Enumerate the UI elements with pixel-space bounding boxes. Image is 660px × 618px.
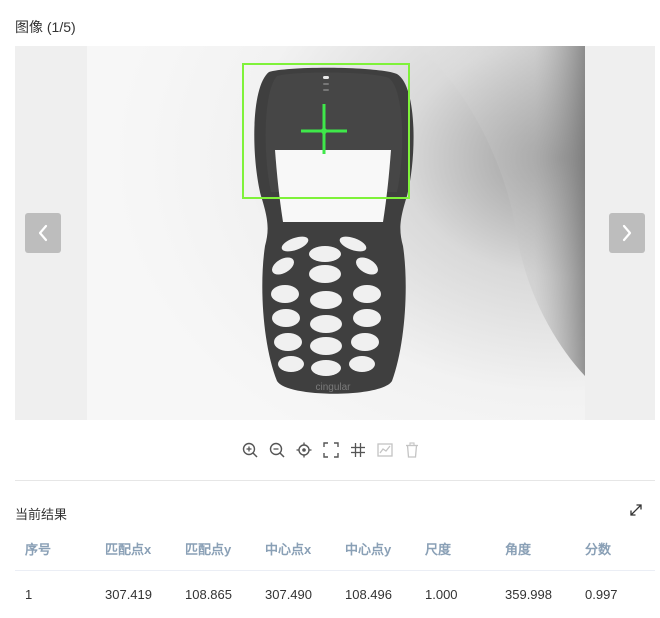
locate-icon bbox=[296, 442, 312, 458]
inspection-image[interactable]: cingular bbox=[87, 46, 585, 420]
cell-center-y: 108.496 bbox=[345, 586, 392, 602]
chevron-left-icon bbox=[38, 224, 48, 242]
phone-image-svg: cingular bbox=[87, 46, 585, 420]
expand-icon bbox=[630, 504, 642, 516]
cell-match-x: 307.419 bbox=[105, 586, 152, 602]
expand-results-button[interactable] bbox=[628, 502, 644, 518]
results-title: 当前结果 bbox=[15, 507, 68, 522]
image-chart-icon bbox=[377, 443, 393, 457]
cell-index: 1 bbox=[25, 586, 33, 602]
column-header-match-y[interactable]: 匹配点y bbox=[175, 528, 255, 571]
fullscreen-icon bbox=[323, 442, 339, 458]
cell-score: 0.997 bbox=[585, 586, 618, 602]
image-viewer-title: 图像 (1/5) bbox=[15, 19, 76, 35]
results-table: 序号 匹配点x 匹配点y 中心点x 中心点y 尺度 角度 分数 1 307.41… bbox=[15, 528, 655, 618]
image-toolbar bbox=[0, 440, 660, 460]
prev-image-button[interactable] bbox=[25, 213, 61, 253]
column-header-score[interactable]: 分数 bbox=[575, 528, 655, 571]
column-header-scale[interactable]: 尺度 bbox=[415, 528, 495, 571]
zoom-in-button[interactable] bbox=[241, 440, 259, 460]
cell-center-x: 307.490 bbox=[265, 586, 312, 602]
table-row[interactable]: 1 307.419 108.865 307.490 108.496 1.000 … bbox=[15, 570, 655, 618]
grid-button[interactable] bbox=[349, 440, 367, 460]
grid-icon bbox=[351, 443, 365, 457]
chevron-right-icon bbox=[622, 224, 632, 242]
phone-screen bbox=[275, 150, 391, 222]
locate-button[interactable] bbox=[295, 440, 313, 460]
table-header-row: 序号 匹配点x 匹配点y 中心点x 中心点y 尺度 角度 分数 bbox=[15, 528, 655, 571]
phone-brand-label: cingular bbox=[315, 382, 351, 393]
column-header-angle[interactable]: 角度 bbox=[495, 528, 575, 571]
image-viewer[interactable]: cingular bbox=[15, 46, 655, 420]
column-header-index[interactable]: 序号 bbox=[15, 528, 95, 571]
column-header-center-y[interactable]: 中心点y bbox=[335, 528, 415, 571]
delete-button[interactable] bbox=[403, 440, 421, 460]
fullscreen-button[interactable] bbox=[322, 440, 340, 460]
trash-icon bbox=[406, 442, 418, 458]
section-divider bbox=[15, 480, 655, 481]
zoom-in-icon bbox=[242, 442, 258, 458]
next-image-button[interactable] bbox=[609, 213, 645, 253]
cell-match-y: 108.865 bbox=[185, 586, 232, 602]
cell-scale: 1.000 bbox=[425, 586, 458, 602]
column-header-match-x[interactable]: 匹配点x bbox=[95, 528, 175, 571]
zoom-out-icon bbox=[269, 442, 285, 458]
cell-angle: 359.998 bbox=[505, 586, 552, 602]
zoom-out-button[interactable] bbox=[268, 440, 286, 460]
image-chart-button[interactable] bbox=[376, 440, 394, 460]
column-header-center-x[interactable]: 中心点x bbox=[255, 528, 335, 571]
